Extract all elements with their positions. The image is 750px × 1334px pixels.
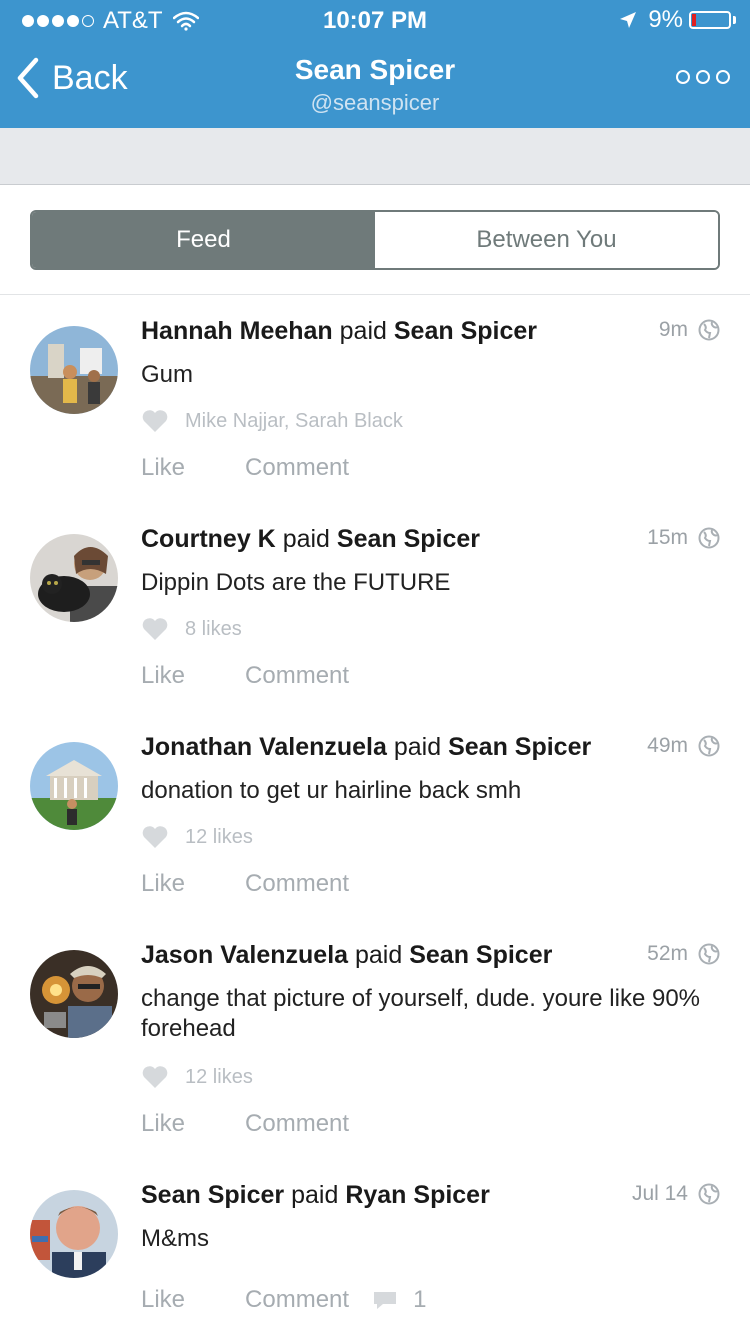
payment-note: Gum: [141, 361, 194, 388]
ellipsis-icon: [676, 70, 690, 84]
target-name[interactable]: Sean Spicer: [448, 733, 591, 761]
like-button[interactable]: Like: [141, 1110, 185, 1138]
more-options-button[interactable]: [670, 70, 730, 84]
heart-icon: [142, 618, 168, 640]
likes-row: 12 likes: [141, 825, 253, 849]
timestamp: 15m: [647, 526, 688, 549]
profile-banner: [0, 128, 750, 185]
page-subtitle: @seanspicer: [310, 90, 440, 115]
timestamp: 49m: [647, 734, 688, 757]
tab-feed[interactable]: Feed: [32, 212, 375, 268]
story-time: 49m: [647, 734, 720, 758]
likes-row: 8 likes: [141, 617, 242, 641]
story-actions: Like Comment: [141, 662, 409, 690]
globe-icon: [698, 1183, 720, 1205]
story-verb: paid: [291, 1181, 339, 1209]
timestamp: Jul 14: [631, 1182, 688, 1205]
heart-icon: [142, 1066, 168, 1088]
story-verb: paid: [355, 941, 403, 969]
story-time: 52m: [647, 942, 720, 966]
target-name[interactable]: Ryan Spicer: [345, 1181, 490, 1209]
avatar[interactable]: [30, 1190, 118, 1278]
heart-icon: [142, 826, 168, 848]
likes-row: 12 likes: [141, 1065, 253, 1089]
segmented-control: Feed Between You: [30, 210, 720, 270]
story-verb: paid: [339, 317, 387, 345]
feed-story: Courtney K paid Sean Spicer 15m Dippin D…: [0, 504, 750, 712]
heart-icon: [142, 410, 168, 432]
app-header: AT&T 10:07 PM 9% Back Sean Spicer @seans…: [0, 0, 750, 128]
feed-story: Sean Spicer paid Ryan Spicer Jul 14 M&ms…: [0, 1160, 750, 1334]
battery-percent: 9%: [648, 6, 683, 33]
actor-name[interactable]: Jason Valenzuela: [141, 941, 348, 969]
status-bar: AT&T 10:07 PM 9%: [0, 0, 750, 40]
status-right: 9%: [618, 6, 736, 34]
payment-note: donation to get ur hairline back smh: [141, 777, 522, 804]
comment-button[interactable]: Comment: [245, 1286, 349, 1314]
story-headline: Hannah Meehan paid Sean Spicer: [141, 316, 741, 346]
battery-level: [692, 14, 696, 26]
actor-name[interactable]: Sean Spicer: [141, 1181, 284, 1209]
avatar[interactable]: [30, 534, 118, 622]
likes-row: Mike Najjar, Sarah Black: [141, 409, 403, 433]
story-actions: Like Comment: [141, 870, 409, 898]
payment-note: Dippin Dots are the FUTURE: [141, 569, 451, 596]
globe-icon: [698, 319, 720, 341]
timestamp: 52m: [647, 942, 688, 965]
likes-text: 12 likes: [185, 1065, 253, 1088]
like-button[interactable]: Like: [141, 662, 185, 690]
ellipsis-icon: [696, 70, 710, 84]
comment-bubble-icon: [374, 1292, 397, 1309]
like-button[interactable]: Like: [141, 870, 185, 898]
story-actions: Like Comment: [141, 1110, 409, 1138]
feed-story: Jason Valenzuela paid Sean Spicer 52m ch…: [0, 920, 750, 1160]
globe-icon: [698, 527, 720, 549]
story-verb: paid: [282, 525, 330, 553]
divider: [0, 294, 750, 295]
like-button[interactable]: Like: [141, 1286, 185, 1314]
payment-note: change that picture of yourself, dude. y…: [141, 985, 701, 1042]
comment-button[interactable]: Comment: [245, 870, 349, 898]
likes-text: 8 likes: [185, 617, 242, 640]
comment-button[interactable]: Comment: [245, 662, 349, 690]
like-button[interactable]: Like: [141, 454, 185, 482]
location-arrow-icon: [620, 12, 637, 28]
likes-text: 12 likes: [185, 825, 253, 848]
globe-icon: [698, 943, 720, 965]
feed-story: Jonathan Valenzuela paid Sean Spicer 49m…: [0, 712, 750, 920]
avatar[interactable]: [30, 326, 118, 414]
comment-button[interactable]: Comment: [245, 1110, 349, 1138]
globe-icon: [698, 735, 720, 757]
actor-name[interactable]: Courtney K: [141, 525, 276, 553]
battery-icon: [689, 11, 731, 29]
story-verb: paid: [393, 733, 442, 761]
actor-name[interactable]: Hannah Meehan: [141, 317, 333, 345]
nav-title-block: Sean Spicer @seanspicer: [0, 54, 750, 116]
comment-count[interactable]: 1: [371, 1286, 426, 1314]
story-actions: Like Comment 1: [141, 1286, 426, 1314]
actor-name[interactable]: Jonathan Valenzuela: [141, 733, 387, 761]
target-name[interactable]: Sean Spicer: [394, 317, 537, 345]
page-title: Sean Spicer: [294, 54, 456, 85]
timestamp: 9m: [658, 318, 688, 341]
avatar[interactable]: [30, 742, 118, 830]
avatar[interactable]: [30, 950, 118, 1038]
comment-count-value: 1: [413, 1286, 427, 1313]
target-name[interactable]: Sean Spicer: [337, 525, 480, 553]
likes-text: Mike Najjar, Sarah Black: [185, 409, 403, 432]
story-time: 9m: [659, 318, 720, 342]
ellipsis-icon: [716, 70, 730, 84]
story-time: 15m: [647, 526, 720, 550]
battery-tip: [733, 16, 736, 24]
feed-story: Hannah Meehan paid Sean Spicer 9m Gum Mi…: [0, 296, 750, 504]
tab-between-you[interactable]: Between You: [375, 212, 718, 268]
target-name[interactable]: Sean Spicer: [409, 941, 552, 969]
payment-note: M&ms: [141, 1225, 209, 1252]
comment-button[interactable]: Comment: [245, 454, 349, 482]
story-actions: Like Comment: [141, 454, 409, 482]
story-time: Jul 14: [632, 1182, 720, 1206]
